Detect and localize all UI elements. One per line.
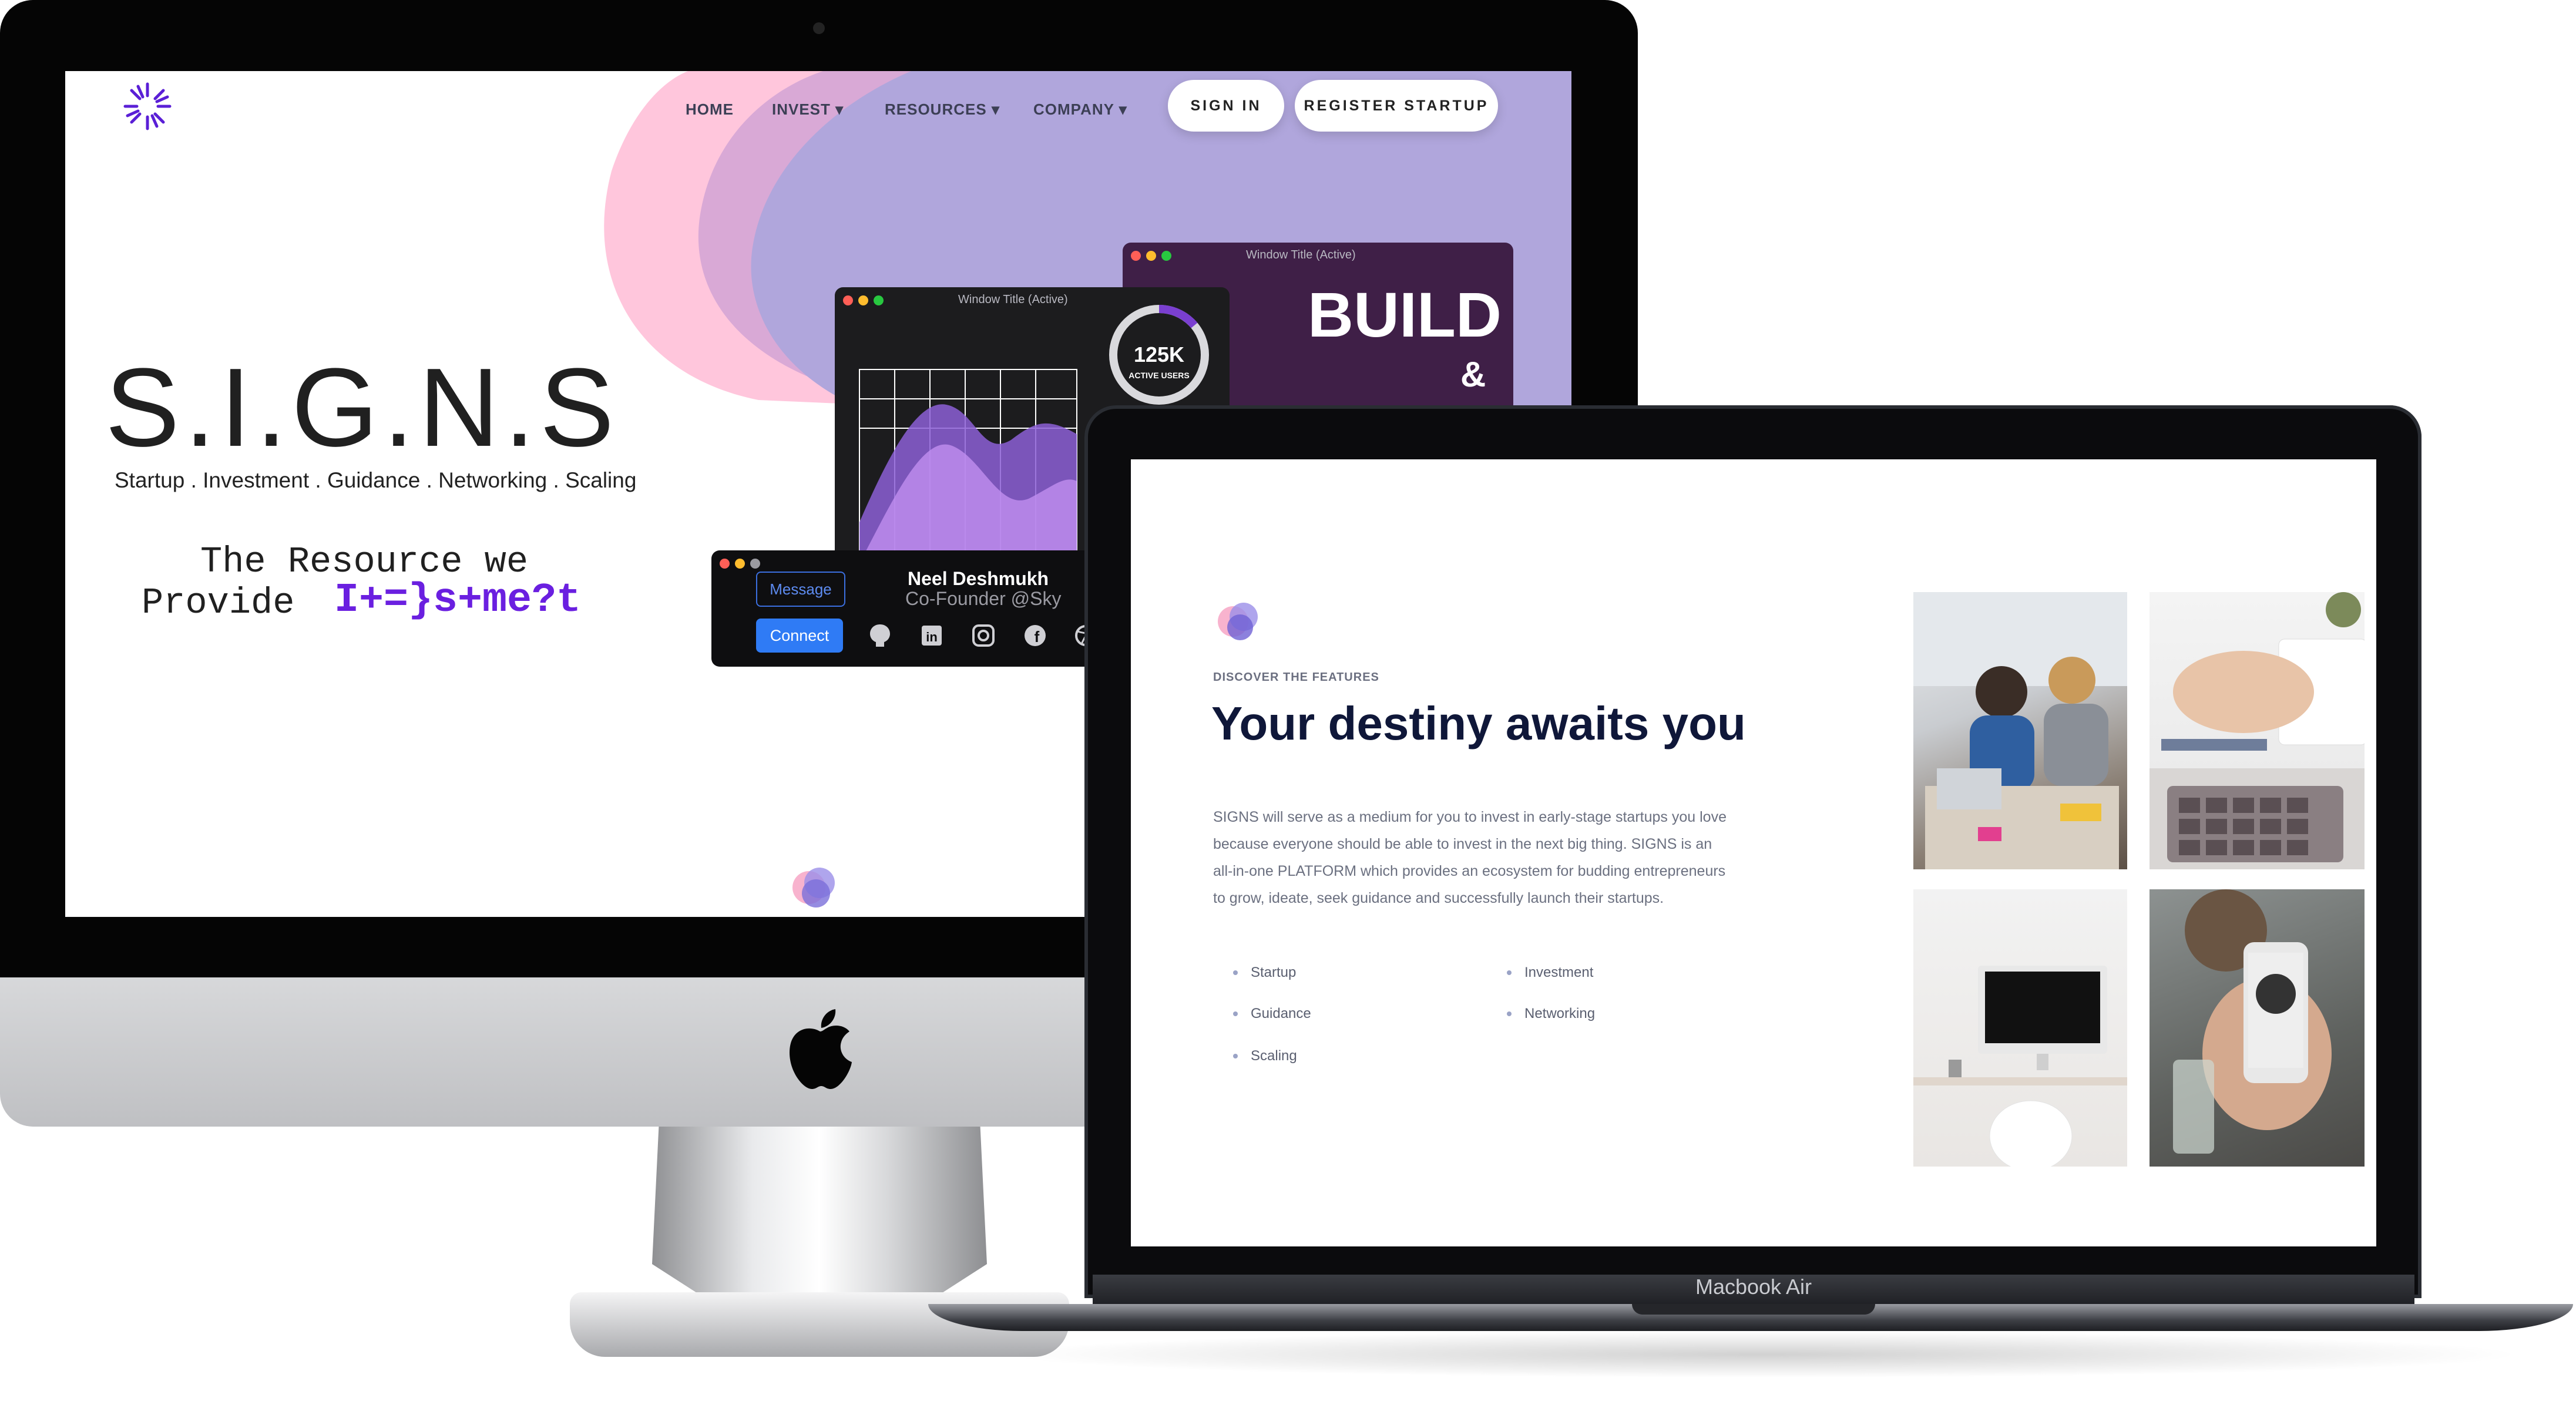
photo-phone-illustration (2173, 889, 2332, 1154)
nav-resources-label: RESOURCES (885, 100, 987, 118)
profile-role: Co-Founder @Sky (905, 588, 1062, 609)
blob-logo-icon (792, 868, 835, 908)
hero-tagline-prefix: Provide (142, 582, 295, 624)
feature-label: Networking (1524, 1006, 1596, 1021)
window-title: Window Title (Active) (1246, 248, 1356, 261)
photo-desk-illustration (1913, 966, 2127, 1167)
bullet-icon (1233, 1011, 1238, 1016)
laptop-shadow (999, 1331, 2526, 1378)
svg-text:in: in (926, 630, 938, 644)
star-logo-icon[interactable] (118, 77, 177, 136)
connect-button[interactable]: Connect (756, 619, 843, 653)
sign-in-button[interactable]: SIGN IN (1168, 80, 1284, 132)
feature-item-networking: Networking (1507, 1006, 1596, 1022)
register-startup-button[interactable]: REGISTER STARTUP (1295, 80, 1498, 132)
linkedin-icon[interactable]: in (918, 622, 945, 649)
photo-hands-illustration (2150, 592, 2365, 869)
features-title: Your destiny awaits you (1211, 697, 1746, 750)
hero-subtitle: Startup . Investment . Guidance . Networ… (115, 468, 637, 492)
feature-item-guidance: Guidance (1233, 1006, 1311, 1022)
bullet-icon (1507, 970, 1512, 975)
feature-item-investment: Investment (1507, 964, 1594, 981)
hero-title: S.I.G.N.S (105, 345, 619, 470)
nav-company[interactable]: COMPANY ▾ (1033, 100, 1127, 119)
features-eyebrow: DISCOVER THE FEATURES (1213, 671, 1379, 684)
hero-tagline-highlight: I+=}s+me?t (334, 577, 582, 624)
svg-text:f: f (1035, 628, 1040, 646)
window-minimize-icon[interactable] (1146, 251, 1156, 261)
camera-icon (813, 22, 825, 34)
window-maximize-icon[interactable] (750, 559, 760, 569)
facebook-icon[interactable]: f (1022, 622, 1049, 649)
window-close-icon[interactable] (1131, 251, 1141, 261)
profile-name: Neel Deshmukh (908, 568, 1049, 589)
nav-invest[interactable]: INVEST ▾ (772, 100, 844, 119)
nav-resources[interactable]: RESOURCES ▾ (885, 100, 1000, 119)
laptop-label: Macbook Air (1695, 1275, 1812, 1299)
nav-home[interactable]: HOME (686, 100, 734, 119)
stat-label: ACTIVE USERS (1129, 371, 1189, 380)
feature-item-scaling: Scaling (1233, 1048, 1297, 1064)
laptop-notch (1632, 1304, 1875, 1315)
photo-team-illustration (1913, 592, 2127, 869)
chevron-down-icon: ▾ (1119, 100, 1127, 118)
hero-tagline-line1: The Resource we (200, 541, 529, 583)
feature-label: Investment (1524, 964, 1594, 980)
ampersand-text: & (1460, 355, 1486, 394)
window-close-icon[interactable] (720, 559, 730, 569)
photo-team-working (1913, 592, 2127, 869)
stat-value: 125K (1134, 342, 1184, 367)
profile-window: Message Connect Neel Deshmukh Co-Founder… (711, 550, 1146, 667)
stat-ring-progress (1158, 304, 1198, 328)
feature-label: Guidance (1251, 1006, 1311, 1021)
nav-invest-label: INVEST (772, 100, 831, 118)
build-text: BUILD (1308, 279, 1502, 350)
laptop-screen: DISCOVER THE FEATURES Your destiny await… (1131, 459, 2376, 1246)
instagram-icon[interactable] (970, 622, 997, 649)
message-button[interactable]: Message (756, 572, 845, 607)
chevron-down-icon: ▾ (991, 100, 1000, 118)
window-minimize-icon[interactable] (735, 559, 745, 569)
blob-logo-icon (1218, 603, 1258, 640)
bullet-icon (1233, 970, 1238, 975)
photo-desk-monitor (1913, 889, 2127, 1167)
photo-hands-laptop (2150, 592, 2365, 869)
chevron-down-icon: ▾ (835, 100, 844, 118)
feature-item-startup: Startup (1233, 964, 1297, 981)
window-maximize-icon[interactable] (1161, 251, 1171, 261)
github-icon[interactable] (866, 622, 894, 649)
apple-logo-icon (790, 1009, 852, 1089)
photo-hand-phone (2150, 889, 2365, 1167)
nav-company-label: COMPANY (1033, 100, 1114, 118)
bullet-icon (1233, 1054, 1238, 1058)
feature-label: Scaling (1251, 1048, 1297, 1064)
features-description: SIGNS will serve as a medium for you to … (1213, 809, 1727, 906)
bullet-icon (1507, 1011, 1512, 1016)
feature-label: Startup (1251, 964, 1297, 980)
